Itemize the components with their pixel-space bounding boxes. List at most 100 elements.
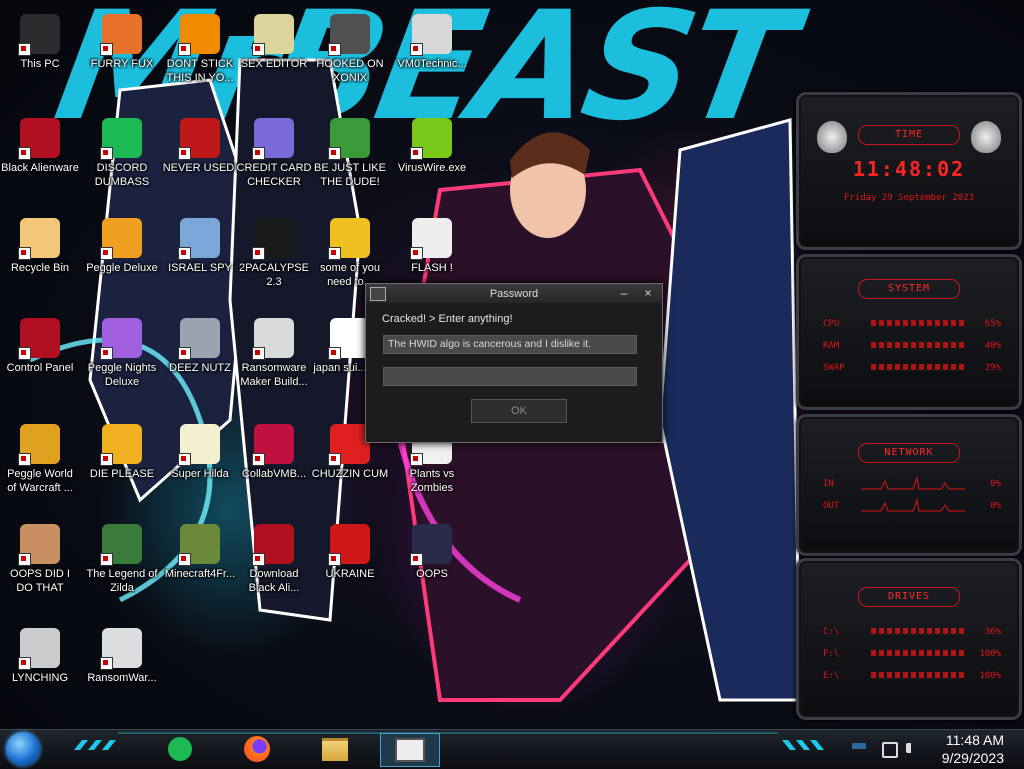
shortcut-arrow-icon: [178, 147, 191, 160]
dialog-titlebar[interactable]: Password – ×: [366, 284, 662, 303]
desktop-icon[interactable]: DONT STICK THIS IN YO...: [160, 6, 240, 96]
desktop-icon[interactable]: UKRAINE: [310, 516, 390, 606]
desktop-icon[interactable]: ISRAEL SPY: [160, 210, 240, 300]
desktop-icon[interactable]: RansomWar...: [82, 620, 162, 710]
desktop-icon[interactable]: CollabVMB...: [234, 416, 314, 506]
desktop-icon[interactable]: OOPS DID I DO THAT: [0, 516, 80, 606]
drive-meter: [871, 628, 967, 634]
desktop-icon[interactable]: HOOKED ON XONIX: [310, 6, 390, 96]
network-gadget[interactable]: NETWORK IN 0% OUT 0%: [796, 414, 1022, 556]
taskbar-arrows-left-icon: [74, 740, 116, 750]
drive-row: F:\ 100%: [799, 643, 1019, 665]
shortcut-arrow-icon: [410, 147, 423, 160]
desktop-icon[interactable]: Peggle Nights Deluxe: [82, 310, 162, 400]
desktop-icon[interactable]: DEEZ NUTZ: [160, 310, 240, 400]
desktop-icon[interactable]: CREDIT CARD CHECKER: [234, 110, 314, 200]
network-tray-icon[interactable]: [882, 742, 898, 758]
drive-value: 100%: [979, 649, 1001, 659]
desktop-icon[interactable]: Download Black Ali...: [234, 516, 314, 606]
system-row: SWAP 29%: [799, 357, 1019, 379]
drive-label: C:\: [823, 627, 840, 637]
minimize-button[interactable]: –: [616, 286, 632, 301]
taskbar-password-app-button[interactable]: [380, 733, 440, 767]
gadget-clock: 11:48:02: [852, 157, 966, 181]
shortcut-arrow-icon: [252, 453, 265, 466]
tray-chevron-icon[interactable]: [852, 743, 866, 749]
desktop-icon[interactable]: The Legend of Zilda: [82, 516, 162, 606]
desktop-icon[interactable]: Control Panel: [0, 310, 80, 400]
system-gadget-title: SYSTEM: [858, 279, 960, 299]
drives-gadget[interactable]: DRIVES C:\ 36% F:\ 100% E:\ 100%: [796, 558, 1022, 720]
shortcut-arrow-icon: [100, 247, 113, 260]
desktop-icon-label: Super Hilda: [171, 468, 229, 480]
chuzzle-icon: [328, 424, 370, 466]
minecraft-block-icon: [178, 524, 220, 566]
shortcut-arrow-icon: [178, 453, 191, 466]
time-gadget[interactable]: TIME 11:48:02 Friday 29 September 2023: [796, 92, 1022, 250]
desktop-icon[interactable]: Super Hilda: [160, 416, 240, 506]
volume-tray-icon[interactable]: [906, 743, 921, 753]
network-label: IN: [823, 479, 834, 489]
ok-button[interactable]: OK: [471, 399, 567, 423]
network-row: OUT 0%: [799, 495, 1019, 517]
shortcut-arrow-icon: [252, 43, 265, 56]
time-gadget-title: TIME: [858, 125, 960, 145]
system-gadget[interactable]: SYSTEM CPU 65% RAM 40% SWAP 29%: [796, 254, 1022, 410]
desktop-icon[interactable]: SEX EDITOR: [234, 6, 314, 96]
shortcut-arrow-icon: [252, 147, 265, 160]
desktop-icon[interactable]: OOPS: [392, 516, 472, 606]
desktop-icon[interactable]: VM0Technic...: [392, 6, 472, 96]
taskbar-spotify-button[interactable]: [163, 733, 197, 765]
desktop-icon[interactable]: VirusWire.exe: [392, 110, 472, 200]
desktop-icon[interactable]: Peggle World of Warcraft ...: [0, 416, 80, 506]
taskbar-file-explorer-button[interactable]: [318, 733, 352, 765]
drive-label: F:\: [823, 649, 840, 659]
desktop-icon[interactable]: Black Alienware: [0, 110, 80, 200]
firefox-icon: [244, 736, 270, 762]
desktop-icon[interactable]: FURRY FUX: [82, 6, 162, 96]
dotnet-editor-icon: [100, 424, 142, 466]
desktop-icon[interactable]: DIE PLEASE: [82, 416, 162, 506]
radiation-icon: [328, 524, 370, 566]
shortcut-arrow-icon: [100, 453, 113, 466]
taskbar-clock-date[interactable]: 9/29/2023: [942, 750, 1004, 766]
password-dialog[interactable]: Password – × Cracked! > Enter anything! …: [365, 283, 663, 443]
network-meter: [861, 476, 965, 490]
drive-row: C:\ 36%: [799, 621, 1019, 643]
taskbar-clock-time[interactable]: 11:48 AM: [946, 732, 1004, 748]
taskbar: 11:48 AM 9/29/2023: [0, 729, 1024, 769]
drive-label: E:\: [823, 671, 840, 681]
shortcut-arrow-icon: [410, 43, 423, 56]
desktop-icon-label: NEVER USED!: [162, 162, 238, 174]
system-value: 65%: [984, 319, 1001, 329]
drive-meter: [871, 672, 967, 678]
skull-icon: [100, 628, 142, 670]
password-input[interactable]: [383, 367, 637, 386]
document-icon: [410, 218, 452, 260]
desktop-icon-label: HOOKED ON XONIX: [316, 58, 384, 84]
shortcut-arrow-icon: [252, 247, 265, 260]
close-button[interactable]: ×: [640, 286, 656, 301]
desktop-icon-label: Peggle World of Warcraft ...: [7, 468, 73, 494]
desktop-icon[interactable]: NEVER USED!: [160, 110, 240, 200]
desktop-icon[interactable]: Recycle Bin: [0, 210, 80, 300]
desktop-icon[interactable]: LYNCHING: [0, 620, 80, 710]
desktop-icon[interactable]: Minecraft4Fr...: [160, 516, 240, 606]
desktop-icon[interactable]: 2PACALYPSE 2.3: [234, 210, 314, 300]
desktop-icon-label: OOPS DID I DO THAT: [10, 568, 70, 594]
drives-gadget-title: DRIVES: [858, 587, 960, 607]
pixel-cat-icon: [178, 424, 220, 466]
windows-stack-icon: [178, 318, 220, 360]
credit-card-icon: [252, 118, 294, 160]
desktop-icon[interactable]: DISCORD DUMBASS: [82, 110, 162, 200]
desktop-icon[interactable]: Peggle Deluxe: [82, 210, 162, 300]
shortcut-arrow-icon: [328, 147, 341, 160]
desktop-icon[interactable]: Ransomware Maker Build...: [234, 310, 314, 400]
hwid-text-field[interactable]: [383, 335, 637, 354]
taskbar-firefox-button[interactable]: [240, 733, 274, 765]
desktop-icon-label: UKRAINE: [325, 568, 375, 580]
desktop-icon[interactable]: This PC: [0, 6, 80, 96]
system-meter: [871, 320, 967, 326]
start-button[interactable]: [6, 732, 40, 766]
desktop-icon[interactable]: BE JUST LIKE THE DUDE!: [310, 110, 390, 200]
